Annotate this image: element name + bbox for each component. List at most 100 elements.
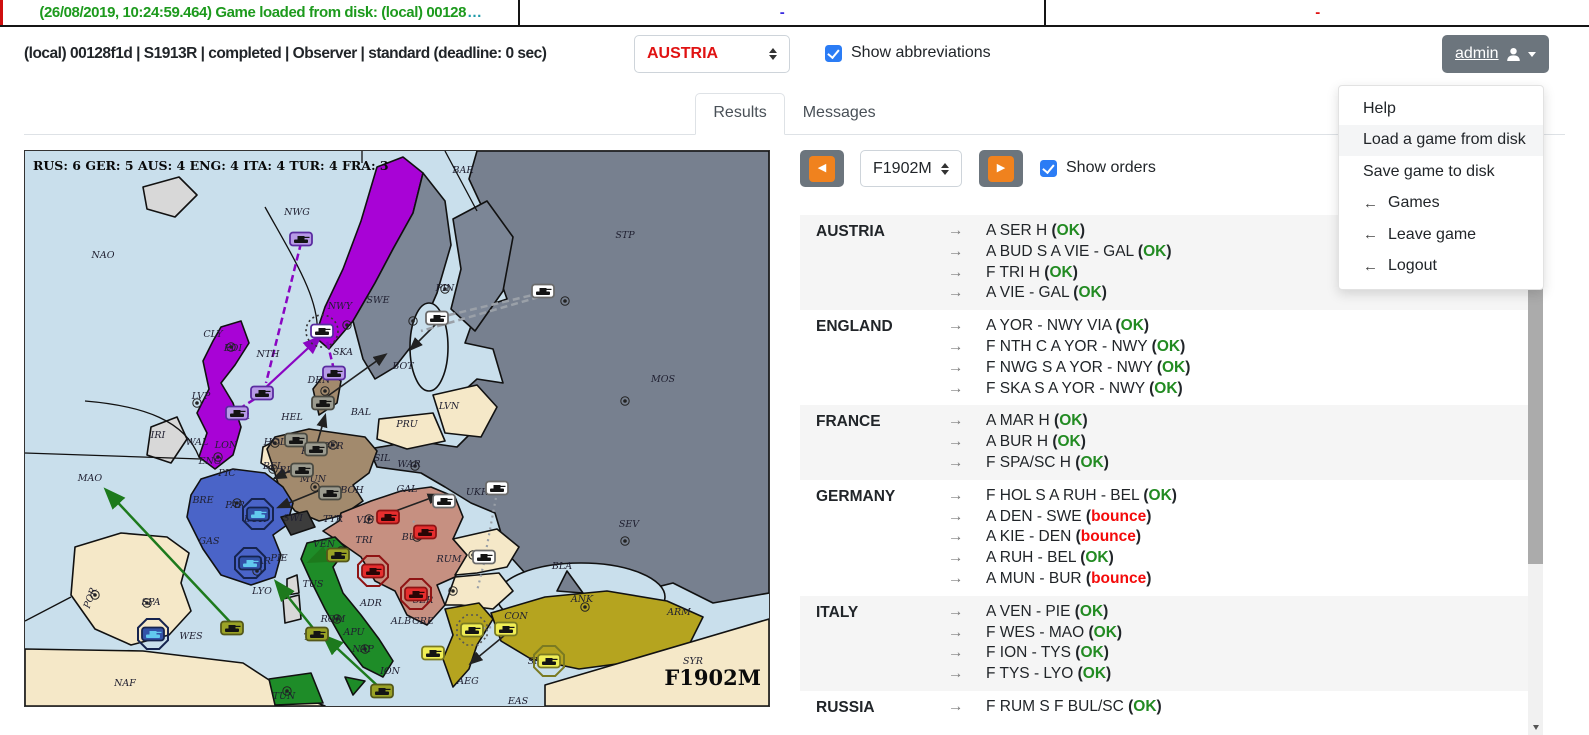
order-text: A KIE - DEN: [986, 528, 1076, 545]
unit-italy-a-ven[interactable]: [327, 549, 349, 562]
order-arrow-icon: →: [948, 358, 986, 379]
map-label-mos: MOS: [650, 374, 676, 385]
unit-russia-f-stp[interactable]: [532, 285, 554, 298]
unit-russia-f-rum[interactable]: [473, 551, 495, 564]
results-row-england: ENGLAND→A YOR - NWY VIA (OK)→F NTH C A Y…: [800, 310, 1528, 405]
unit-germany-a-den[interactable]: [312, 397, 334, 410]
tab-results[interactable]: Results: [695, 93, 784, 135]
order-result: OK: [1085, 549, 1108, 566]
user-menu-button[interactable]: admin: [1442, 35, 1549, 73]
order-line: →F WES - MAO (OK): [948, 623, 1122, 644]
order-line: →A MUN - BUR (bounce): [948, 569, 1177, 590]
unit-england-a-yor[interactable]: [226, 407, 248, 420]
previous-phase-button[interactable]: ◀: [800, 150, 844, 187]
show-orders-toggle[interactable]: Show orders: [1040, 159, 1156, 177]
order-arrow-icon: →: [948, 221, 986, 242]
menu-item-leave-game[interactable]: ←Leave game: [1339, 219, 1543, 251]
username: admin: [1455, 45, 1499, 63]
tab-messages[interactable]: Messages: [785, 93, 894, 135]
tank-icon: [413, 591, 420, 595]
order-line: →A MAR H (OK): [948, 411, 1109, 432]
map-label-swi: SWI: [283, 513, 303, 524]
scrollbar-down-button[interactable]: [1528, 720, 1543, 735]
map-label-lvn: LVN: [438, 401, 460, 412]
power-name: ITALY: [816, 602, 948, 685]
order-result: bounce: [1091, 570, 1146, 587]
map-label-bot: BOT: [391, 361, 414, 372]
order-result: OK: [1154, 380, 1177, 397]
orders-column: →A YOR - NWY VIA (OK)→F NTH C A YOR - NW…: [948, 316, 1190, 399]
order-arrow-icon: →: [948, 548, 986, 569]
results-row-germany: GERMANY→F HOL S A RUH - BEL (OK)→A DEN -…: [800, 480, 1528, 596]
unit-germany-a-ruh[interactable]: [291, 464, 313, 477]
unit-italy-f-wes[interactable]: [221, 622, 243, 635]
tank-icon: [259, 390, 266, 394]
game-info: (local) 00128f1d | S1913R | completed | …: [24, 45, 546, 63]
tank-icon: [547, 289, 552, 290]
phase-select[interactable]: F1902M: [860, 150, 962, 187]
user-dropdown-menu: HelpLoad a game from diskSave game to di…: [1338, 85, 1544, 290]
unit-germany-a-kie[interactable]: [305, 443, 327, 456]
tank-icon: [553, 659, 558, 660]
menu-item-help[interactable]: Help: [1339, 93, 1543, 125]
unit-england-f-ska[interactable]: [323, 367, 345, 380]
tank-icon: [320, 447, 325, 448]
map-label-rom: ROM: [320, 614, 346, 625]
orders-column: →A VEN - PIE (OK)→F WES - MAO (OK)→F ION…: [948, 602, 1122, 685]
map-label-gal: GAL: [397, 484, 418, 495]
paren-close: ): [1081, 433, 1086, 450]
order-arrow-icon: →: [948, 569, 986, 590]
unit-italy-f-tys[interactable]: [306, 628, 328, 641]
unit-russia-a-ukr[interactable]: [486, 482, 508, 495]
unit-russia-a-swe[interactable]: [426, 312, 448, 325]
tank-icon: [335, 552, 342, 556]
map-label-gre: GRE: [412, 616, 434, 627]
show-orders-checkbox[interactable]: [1040, 160, 1057, 177]
unit-germany-f-hol[interactable]: [285, 434, 307, 447]
show-abbreviations-checkbox[interactable]: [825, 45, 842, 62]
unit-austria-a-bud[interactable]: [414, 526, 436, 539]
map-label-nap: NAP: [351, 644, 374, 655]
show-abbreviations-toggle[interactable]: Show abbreviations: [825, 44, 991, 62]
next-phase-button[interactable]: ▶: [979, 150, 1023, 187]
map-label-iri: IRI: [150, 430, 166, 441]
order-line: →A RUH - BEL (OK): [948, 548, 1177, 569]
tank-icon: [501, 486, 506, 487]
results-row-italy: ITALY→A VEN - PIE (OK)→F WES - MAO (OK)→…: [800, 596, 1528, 691]
unit-turkey-f-aeg[interactable]: [422, 647, 444, 660]
unit-austria-a-vie[interactable]: [377, 511, 399, 524]
unit-italy-f-ion[interactable]: [371, 685, 393, 698]
map-label-eas: EAS: [507, 696, 529, 706]
tank-icon: [229, 625, 236, 629]
paren-close: ): [1104, 644, 1109, 661]
power-select[interactable]: AUSTRIA: [634, 35, 790, 73]
paren-close: ): [1185, 359, 1190, 376]
menu-item-games[interactable]: ←Games: [1339, 188, 1543, 220]
region-corsica: [287, 575, 299, 595]
order-arrow-icon: →: [948, 316, 986, 337]
results-row-russia: RUSSIA→F RUM S F BUL/SC (OK): [800, 691, 1528, 724]
map-label-pie: PIE: [269, 553, 287, 564]
unit-turkey-a-con[interactable]: [495, 623, 517, 636]
unit-russia-a-gal[interactable]: [433, 495, 455, 508]
order-arrow-icon: →: [948, 337, 986, 358]
unit-england-f-nwg[interactable]: [290, 233, 312, 246]
order-text: A DEN - SWE: [986, 508, 1086, 525]
tank-icon: [469, 627, 476, 631]
game-map[interactable]: BARNWGNAOSTPFINNWYSWEBOTMOSNTHCLYEDIYORL…: [24, 150, 770, 707]
map-label-tun: TUN: [273, 691, 296, 702]
scrollbar-thumb[interactable]: [1528, 288, 1543, 564]
order-arrow-icon: →: [948, 432, 986, 453]
menu-item-load-a-game-from-disk[interactable]: Load a game from disk: [1339, 125, 1543, 157]
map-label-war: WAR: [397, 459, 420, 470]
tank-icon: [437, 502, 451, 506]
tank-icon: [234, 410, 241, 414]
menu-item-logout[interactable]: ←Logout: [1339, 251, 1543, 283]
tank-icon: [503, 626, 510, 630]
unit-england-f-nth[interactable]: [251, 387, 273, 400]
menu-item-save-game-to-disk[interactable]: Save game to disk: [1339, 156, 1543, 188]
unit-germany-a-mun[interactable]: [319, 487, 341, 500]
tank-icon: [381, 518, 395, 522]
tank-icon: [338, 371, 343, 372]
map-label-vie: VIE: [356, 515, 374, 526]
